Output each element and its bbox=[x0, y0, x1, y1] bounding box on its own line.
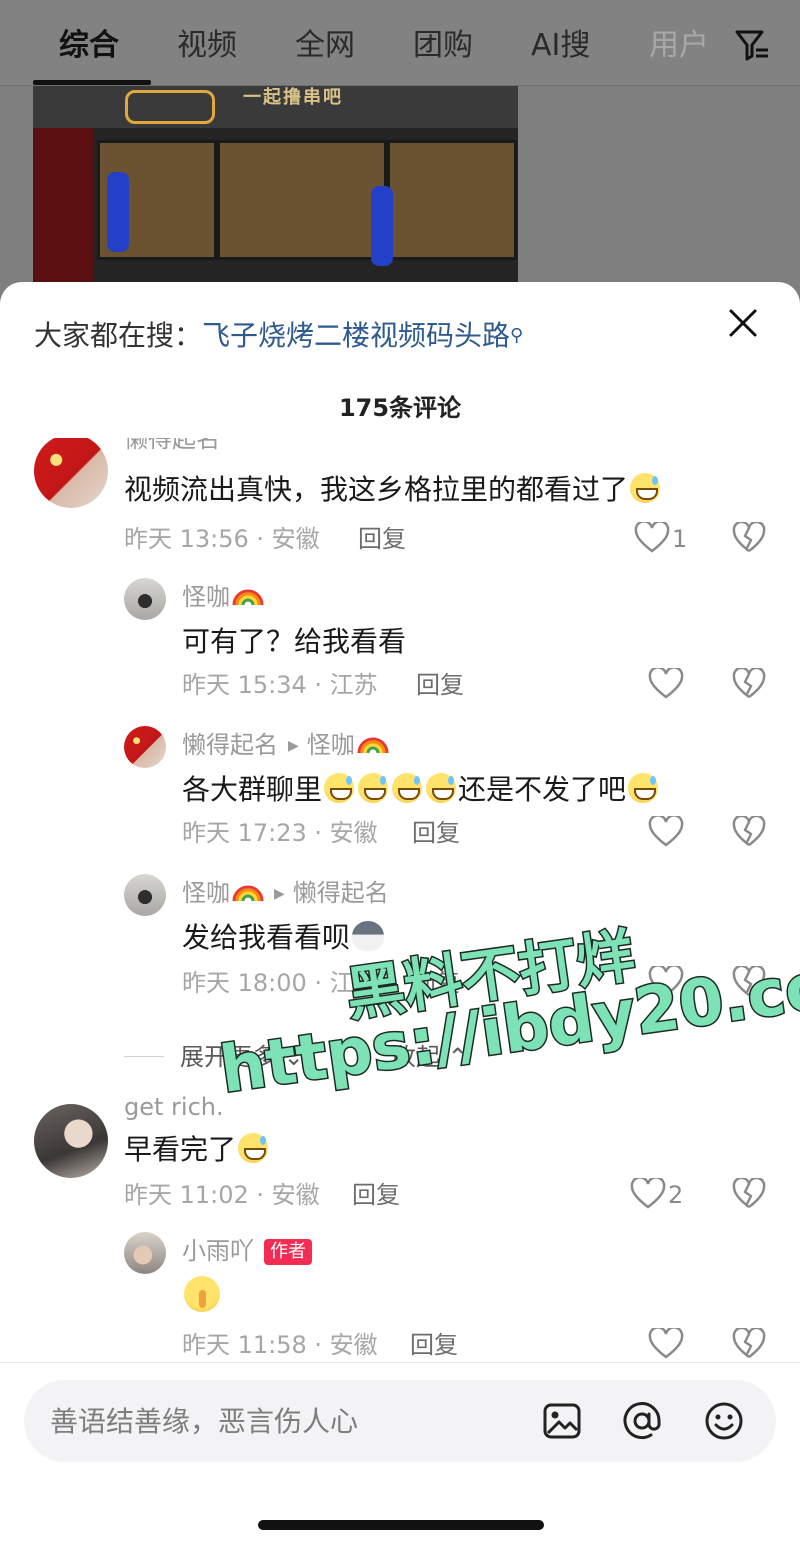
reply-username[interactable]: 小雨吖 作者 bbox=[182, 1236, 312, 1266]
grinning-sweat-emoji bbox=[426, 773, 457, 803]
broken-heart-icon[interactable] bbox=[732, 816, 766, 848]
reply-button[interactable]: 回复 bbox=[358, 524, 406, 554]
comment-username[interactable]: 懒得起名 bbox=[124, 438, 220, 454]
avatar[interactable] bbox=[34, 1104, 108, 1178]
close-icon[interactable] bbox=[728, 308, 758, 338]
grinning-sweat-emoji bbox=[392, 773, 423, 803]
reply-arrow-icon: ▶ bbox=[288, 738, 299, 754]
avatar[interactable] bbox=[124, 874, 166, 916]
comment-sheet: 大家都在搜：飞子烧烤二楼视频码头路⚲ 175条评论 懒得起名 视频流出真快，我这… bbox=[0, 282, 800, 1546]
reply-text: 各大群聊里 还是不发了吧 bbox=[182, 770, 660, 810]
rainbow-emoji bbox=[232, 589, 264, 606]
search-tab-bar: 综合 视频 全网 团购 AI搜 用户 bbox=[0, 0, 800, 86]
avatar[interactable] bbox=[34, 438, 108, 508]
like-count: 2 bbox=[668, 1181, 684, 1209]
grinning-sweat-emoji bbox=[324, 773, 355, 803]
avatar[interactable] bbox=[124, 726, 166, 768]
comment-username[interactable]: get rich. bbox=[124, 1092, 224, 1122]
emoji-icon[interactable] bbox=[702, 1399, 746, 1443]
search-icon: ⚲ bbox=[510, 325, 524, 346]
grinning-sweat-emoji bbox=[358, 773, 389, 803]
rainbow-emoji bbox=[232, 885, 264, 902]
divider bbox=[124, 1056, 164, 1057]
broken-heart-icon[interactable] bbox=[732, 1178, 766, 1210]
reply-meta: 昨天 11:58 · 安徽 bbox=[182, 1331, 378, 1359]
at-mention-icon[interactable] bbox=[620, 1399, 664, 1443]
comment-input-pill[interactable] bbox=[24, 1380, 776, 1462]
trending-search-hint[interactable]: 大家都在搜：飞子烧烤二楼视频码头路⚲ bbox=[34, 316, 523, 356]
shushing-emoji bbox=[184, 1276, 220, 1312]
reply-username[interactable]: 懒得起名 ▶ 怪咖 bbox=[182, 730, 389, 761]
reply-button[interactable]: 回复 bbox=[352, 1180, 400, 1210]
reply-target[interactable]: 懒得起名 bbox=[293, 879, 389, 907]
filter-icon[interactable] bbox=[734, 28, 770, 62]
comment-input-bar bbox=[0, 1362, 800, 1546]
comment-text: 早看完了 bbox=[124, 1130, 270, 1170]
broken-heart-icon[interactable] bbox=[732, 1328, 766, 1360]
comment-text-body: 视频流出真快，我这乡格拉里的都看过了 bbox=[124, 473, 629, 506]
search-hint-prefix: 大家都在搜： bbox=[34, 319, 203, 352]
reply-username[interactable]: 怪咖 ▶ 懒得起名 bbox=[182, 878, 389, 909]
reply-text bbox=[184, 1276, 220, 1316]
reply-username[interactable]: 怪咖 bbox=[182, 582, 264, 612]
reply-arrow-icon: ▶ bbox=[274, 886, 285, 902]
reply-button[interactable]: 回复 bbox=[416, 670, 464, 700]
active-tab-indicator bbox=[33, 80, 151, 85]
search-hint-keyword[interactable]: 飞子烧烤二楼视频码头路 bbox=[202, 319, 510, 352]
heart-icon[interactable] bbox=[648, 668, 684, 700]
tab-group-buy[interactable]: 团购 bbox=[413, 26, 473, 66]
avatar[interactable] bbox=[124, 578, 166, 620]
heart-icon[interactable] bbox=[648, 1328, 684, 1360]
tab-video[interactable]: 视频 bbox=[177, 26, 237, 66]
heart-icon[interactable] bbox=[648, 816, 684, 848]
rainbow-emoji bbox=[357, 737, 389, 754]
reply-meta: 昨天 17:23 · 安徽 bbox=[182, 819, 378, 847]
broken-heart-icon[interactable] bbox=[732, 522, 766, 554]
heart-icon[interactable] bbox=[630, 1178, 666, 1210]
neon-logo bbox=[125, 90, 215, 124]
grinning-sweat-emoji bbox=[630, 473, 661, 503]
reply-button[interactable]: 回复 bbox=[410, 1330, 458, 1360]
comment-input[interactable] bbox=[50, 1400, 510, 1442]
reply-text: 可有了？给我看看 bbox=[182, 625, 407, 658]
image-icon[interactable] bbox=[540, 1399, 584, 1443]
comment-text: 视频流出真快，我这乡格拉里的都看过了 bbox=[124, 470, 662, 510]
home-indicator[interactable] bbox=[258, 1520, 544, 1530]
reply-button[interactable]: 回复 bbox=[412, 818, 460, 848]
reply-target[interactable]: 怪咖 bbox=[307, 731, 355, 759]
comment-meta: 昨天 11:02 · 安徽 bbox=[124, 1181, 320, 1209]
reply-meta: 昨天 15:34 · 江苏 bbox=[182, 671, 378, 699]
grinning-sweat-emoji bbox=[238, 1133, 269, 1163]
screen: 综合 视频 全网 团购 AI搜 用户 一起撸串吧 大家都在搜：飞子烧烤二楼视频码… bbox=[0, 0, 800, 1546]
video-thumbnail[interactable]: 一起撸串吧 bbox=[33, 86, 518, 286]
comment-count: 175条评论 bbox=[338, 394, 462, 422]
tab-ai-search[interactable]: AI搜 bbox=[531, 26, 590, 66]
comment-meta: 昨天 13:56 · 安徽 bbox=[124, 525, 320, 553]
tab-comprehensive[interactable]: 综合 bbox=[59, 26, 119, 66]
avatar[interactable] bbox=[124, 1232, 166, 1274]
sign-text: 一起撸串吧 bbox=[243, 87, 343, 108]
tab-web[interactable]: 全网 bbox=[295, 26, 355, 66]
like-count: 1 bbox=[672, 525, 688, 553]
grinning-sweat-emoji bbox=[628, 773, 659, 803]
comment-list[interactable]: 懒得起名 视频流出真快，我这乡格拉里的都看过了 昨天 13:56 · 安徽 回复… bbox=[0, 438, 800, 1360]
heart-icon[interactable] bbox=[634, 522, 670, 554]
author-badge: 作者 bbox=[264, 1239, 312, 1265]
tab-users[interactable]: 用户 bbox=[649, 26, 709, 66]
broken-heart-icon[interactable] bbox=[732, 668, 766, 700]
